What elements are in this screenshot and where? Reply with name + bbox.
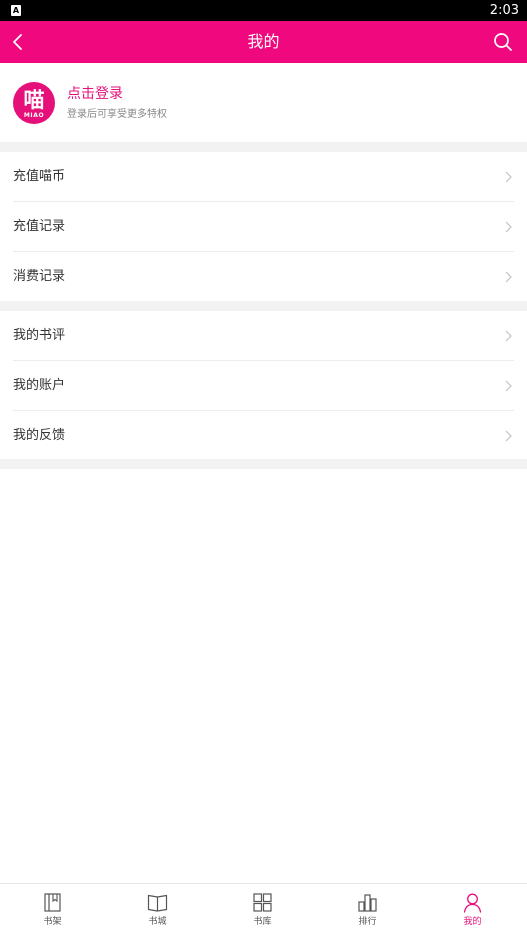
tab-ranking[interactable]: 排行: [315, 884, 420, 936]
tab-label: 书城: [148, 917, 167, 927]
svg-text:喵: 喵: [24, 88, 45, 112]
miao-logo: 喵 MIAO: [24, 88, 45, 119]
menu-group-account: 我的书评 我的账户 我的反馈: [0, 311, 527, 461]
menu-item-label: 充值记录: [13, 219, 66, 234]
tab-label: 书架: [43, 917, 62, 927]
tab-bookstore[interactable]: 书城: [105, 884, 210, 936]
chevron-right-icon: [505, 221, 512, 233]
section-divider: [0, 459, 527, 469]
section-divider: [0, 142, 527, 152]
chevron-right-icon: [505, 330, 512, 342]
tab-library[interactable]: 书库: [210, 884, 315, 936]
menu-item-recharge-history[interactable]: 充值记录: [13, 202, 514, 252]
menu-item-label: 我的账户: [13, 378, 66, 393]
notification-icon: A: [11, 5, 21, 16]
chevron-left-icon[interactable]: [6, 30, 30, 54]
menu-group-payment: 充值喵币 充值记录 消费记录: [0, 152, 527, 302]
bottom-tab-bar: 书架 书城 书库 排行 我的: [0, 883, 527, 936]
search-icon[interactable]: [491, 30, 515, 54]
tab-label: 我的: [463, 917, 482, 927]
chevron-right-icon: [505, 171, 512, 183]
menu-item-my-reviews[interactable]: 我的书评: [13, 311, 514, 361]
menu-item-spending-history[interactable]: 消费记录: [13, 252, 514, 302]
login-hint: 登录后可享受更多特权: [67, 109, 167, 120]
tab-me[interactable]: 我的: [420, 884, 525, 936]
open-book-icon: [147, 894, 168, 912]
page-title: 我的: [247, 32, 280, 51]
avatar[interactable]: 喵 MIAO: [13, 82, 55, 124]
ranking-icon: [358, 894, 377, 912]
chevron-right-icon: [505, 380, 512, 392]
menu-item-label: 充值喵币: [13, 169, 66, 184]
bookshelf-icon: [44, 893, 61, 912]
status-bar: A 2:03: [0, 0, 527, 21]
person-icon: [463, 893, 482, 913]
tab-bookshelf[interactable]: 书架: [0, 884, 105, 936]
menu-item-label: 我的书评: [13, 328, 66, 343]
status-time: 2:03: [489, 3, 519, 18]
menu-item-my-feedback[interactable]: 我的反馈: [13, 411, 514, 461]
tab-label: 排行: [358, 917, 377, 927]
menu-item-my-account[interactable]: 我的账户: [13, 361, 514, 411]
login-link[interactable]: 点击登录: [67, 85, 123, 103]
chevron-right-icon: [505, 271, 512, 283]
svg-text:MIAO: MIAO: [24, 112, 44, 119]
menu-item-recharge[interactable]: 充值喵币: [13, 152, 514, 202]
app-header: 我的: [0, 21, 527, 63]
grid-icon: [253, 893, 272, 912]
menu-item-label: 我的反馈: [13, 428, 66, 443]
section-divider: [0, 301, 527, 311]
menu-item-label: 消费记录: [13, 269, 66, 284]
profile-section[interactable]: 喵 MIAO 点击登录 登录后可享受更多特权: [0, 63, 527, 142]
chevron-right-icon: [505, 430, 512, 442]
tab-label: 书库: [253, 917, 272, 927]
